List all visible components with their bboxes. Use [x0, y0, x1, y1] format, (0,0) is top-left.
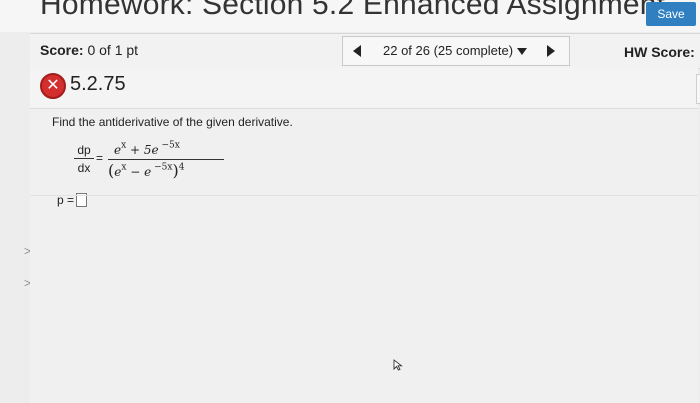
score-label: Score: — [40, 42, 84, 58]
hw-score-panel — [696, 74, 700, 104]
question-navigator: 22 of 26 (25 complete) — [342, 36, 570, 66]
fraction-numerator: ex + 5e −5x — [114, 140, 180, 157]
header: Homework: Section 5.2 Enhanced Assignmen… — [0, 0, 700, 32]
fraction-bar — [108, 159, 224, 160]
derivative-denominator: dx — [77, 161, 91, 175]
question-header: ✕ 5.2.75 — [30, 68, 698, 109]
save-button[interactable]: Save — [646, 2, 696, 26]
derivative-equation: dp dx = ex + 5e −5x (ex − e −5x)4 — [74, 139, 254, 191]
previous-question-icon[interactable] — [353, 45, 361, 57]
score: Score: 0 of 1 pt — [40, 42, 138, 58]
score-value: 0 of 1 pt — [87, 42, 139, 58]
question-list-dropdown-icon[interactable] — [517, 48, 527, 55]
next-question-icon[interactable] — [547, 45, 555, 57]
question-content: Find the antiderivative of the given der… — [30, 109, 698, 403]
content-divider — [30, 195, 698, 196]
mouse-pointer-icon — [393, 359, 403, 371]
equals-sign: = — [96, 151, 104, 165]
derivative-numerator: dp — [74, 143, 94, 159]
page-title: Homework: Section 5.2 Enhanced Assignmen… — [40, 0, 666, 21]
score-bar: Score: 0 of 1 pt 22 of 26 (25 complete) … — [30, 33, 700, 69]
question-progress[interactable]: 22 of 26 (25 complete) — [383, 43, 513, 58]
question-number: 5.2.75 — [70, 73, 126, 95]
hw-score-label: HW Score: — [624, 44, 695, 60]
derivative-symbol: dp dx — [74, 143, 94, 175]
incorrect-x-icon: ✕ — [40, 73, 66, 99]
question-instruction: Find the antiderivative of the given der… — [52, 115, 293, 129]
fraction-denominator: (ex − e −5x)4 — [108, 161, 185, 180]
